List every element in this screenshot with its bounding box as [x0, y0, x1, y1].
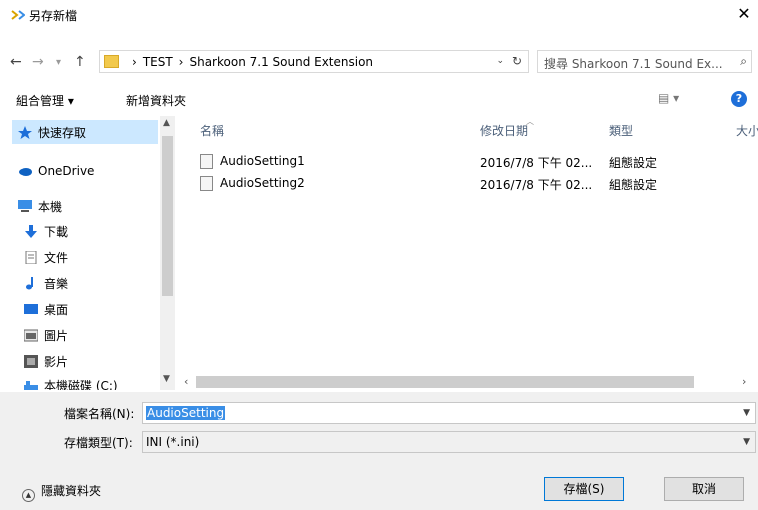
folder-icon — [104, 55, 119, 68]
sidebar-item-desktop[interactable]: 桌面 — [24, 301, 68, 321]
music-icon — [26, 277, 33, 290]
scroll-left-icon[interactable]: ‹ — [184, 375, 188, 388]
computer-icon — [18, 200, 32, 212]
organize-button[interactable]: 組合管理 ▾ — [16, 92, 74, 109]
file-date: 2016/7/8 下午 02... — [480, 178, 593, 192]
hide-folders-label: 隱藏資料夾 — [41, 484, 102, 498]
breadcrumb: › TEST › Sharkoon 7.1 Sound Extension — [126, 55, 373, 69]
back-button[interactable]: ← — [10, 54, 22, 70]
drive-icon — [24, 381, 38, 390]
navigation-pane: 快速存取 OneDrive 本機 下載 文件 音樂 桌面 圖片 影片 本機磁碟 … — [0, 116, 175, 390]
crumb-separator-icon: › — [178, 55, 184, 69]
scroll-right-icon[interactable]: › — [742, 375, 746, 388]
cloud-icon — [19, 168, 32, 176]
refresh-icon[interactable]: ↻ — [512, 54, 522, 68]
address-bar[interactable]: › TEST › Sharkoon 7.1 Sound Extension ⌄ ↻ — [99, 50, 529, 73]
scrollbar-thumb[interactable] — [162, 136, 173, 296]
video-icon — [24, 355, 38, 368]
scroll-up-icon[interactable]: ▲ — [163, 118, 170, 128]
settings-file-icon — [200, 176, 213, 191]
forward-button[interactable]: → — [32, 54, 44, 70]
save-button[interactable]: 存檔(S) — [544, 477, 624, 501]
column-header-date-modified[interactable]: 修改日期 — [480, 122, 528, 139]
breadcrumb-item-sharkoon[interactable]: Sharkoon 7.1 Sound Extension — [189, 55, 373, 69]
command-toolbar: 組合管理 ▾ 新增資料夾 ▤ ▾ ? — [0, 86, 758, 114]
sidebar-item-label: 下載 — [44, 225, 69, 239]
hide-folders-toggle[interactable]: ▲ 隱藏資料夾 — [22, 482, 101, 502]
download-icon — [25, 225, 37, 238]
save-form: 檔案名稱(N): AudioSetting ▼ 存檔類型(T): INI (*.… — [0, 392, 758, 510]
title-bar: 另存新檔 ✕ — [0, 0, 758, 30]
search-input[interactable]: 搜尋 Sharkoon 7.1 Sound Ex... ⌕ — [537, 50, 752, 73]
file-row[interactable]: AudioSetting1 2016/7/8 下午 02... 組態設定 — [178, 152, 758, 172]
filetype-label: 存檔類型(T): — [64, 436, 133, 450]
column-header-type[interactable]: 類型 — [609, 122, 633, 139]
up-button[interactable]: ↑ — [74, 54, 86, 70]
sidebar-item-label: OneDrive — [38, 164, 95, 178]
sidebar-item-onedrive[interactable]: OneDrive — [18, 164, 94, 184]
sidebar-item-label: 文件 — [44, 251, 69, 265]
column-header-name[interactable]: 名稱 — [200, 122, 224, 139]
sidebar-item-music[interactable]: 音樂 — [24, 275, 68, 295]
sidebar-item-label: 影片 — [44, 355, 69, 369]
new-folder-button[interactable]: 新增資料夾 — [126, 92, 186, 109]
sidebar-item-local-disk[interactable]: 本機磁碟 (C:) — [24, 377, 118, 390]
navigation-bar: ← → ▾ ↑ › TEST › Sharkoon 7.1 Sound Extensi… — [0, 46, 758, 76]
filetype-select[interactable]: INI (*.ini) ▼ — [142, 431, 756, 453]
document-icon — [25, 251, 37, 264]
window-title: 另存新檔 — [29, 9, 78, 23]
file-row[interactable]: AudioSetting2 2016/7/8 下午 02... 組態設定 — [178, 174, 758, 194]
sidebar-item-label: 音樂 — [44, 277, 69, 291]
address-dropdown-icon[interactable]: ⌄ — [496, 56, 504, 66]
sidebar-item-label: 桌面 — [44, 303, 69, 317]
close-button[interactable]: ✕ — [730, 0, 758, 30]
file-date: 2016/7/8 下午 02... — [480, 156, 593, 170]
chevron-down-icon[interactable]: ▼ — [743, 437, 750, 447]
save-dialog-icon — [11, 10, 25, 20]
sidebar-scrollbar[interactable]: ▲ ▼ — [160, 116, 175, 390]
scrollbar-thumb[interactable] — [196, 376, 694, 388]
recent-locations-button[interactable]: ▾ — [56, 57, 61, 68]
chevron-down-icon[interactable]: ▼ — [743, 408, 750, 418]
crumb-separator-icon: › — [132, 55, 137, 69]
filetype-value: INI (*.ini) — [146, 435, 200, 449]
sidebar-item-quick-access[interactable]: 快速存取 — [12, 120, 158, 144]
breadcrumb-item-test[interactable]: TEST — [143, 55, 173, 69]
scroll-down-icon[interactable]: ▼ — [163, 374, 170, 384]
file-name: AudioSetting2 — [220, 176, 305, 190]
sidebar-item-documents[interactable]: 文件 — [24, 249, 68, 269]
search-icon[interactable]: ⌕ — [740, 54, 747, 69]
settings-file-icon — [200, 154, 213, 169]
filename-field[interactable]: AudioSetting ▼ — [142, 402, 756, 424]
sidebar-item-label: 圖片 — [44, 329, 69, 343]
collapse-icon: ▲ — [22, 489, 35, 502]
picture-icon — [24, 329, 38, 342]
file-list: ︿ 名稱 修改日期 類型 大小 AudioSetting1 2016/7/8 下… — [178, 116, 758, 374]
desktop-icon — [24, 304, 38, 314]
sidebar-item-label: 本機磁碟 (C:) — [44, 379, 118, 390]
sidebar-item-pictures[interactable]: 圖片 — [24, 327, 68, 347]
filename-label: 檔案名稱(N): — [64, 407, 135, 421]
sidebar-item-videos[interactable]: 影片 — [24, 353, 68, 373]
help-icon[interactable]: ? — [731, 91, 747, 107]
file-type: 組態設定 — [609, 156, 658, 170]
column-header-size[interactable]: 大小 — [736, 122, 758, 139]
file-type: 組態設定 — [609, 178, 658, 192]
sidebar-item-this-pc[interactable]: 本機 — [18, 198, 62, 218]
change-view-button[interactable]: ▤ ▾ — [658, 91, 679, 105]
file-list-scrollbar[interactable]: ‹ › — [178, 374, 758, 390]
cancel-button[interactable]: 取消 — [664, 477, 744, 501]
sidebar-item-downloads[interactable]: 下載 — [24, 223, 68, 243]
sidebar-item-label: 快速存取 — [38, 126, 87, 140]
filename-value: AudioSetting — [146, 406, 226, 420]
search-placeholder: 搜尋 Sharkoon 7.1 Sound Ex... — [544, 57, 723, 71]
file-name: AudioSetting1 — [220, 154, 305, 168]
star-icon — [18, 126, 32, 139]
sidebar-item-label: 本機 — [38, 200, 63, 214]
